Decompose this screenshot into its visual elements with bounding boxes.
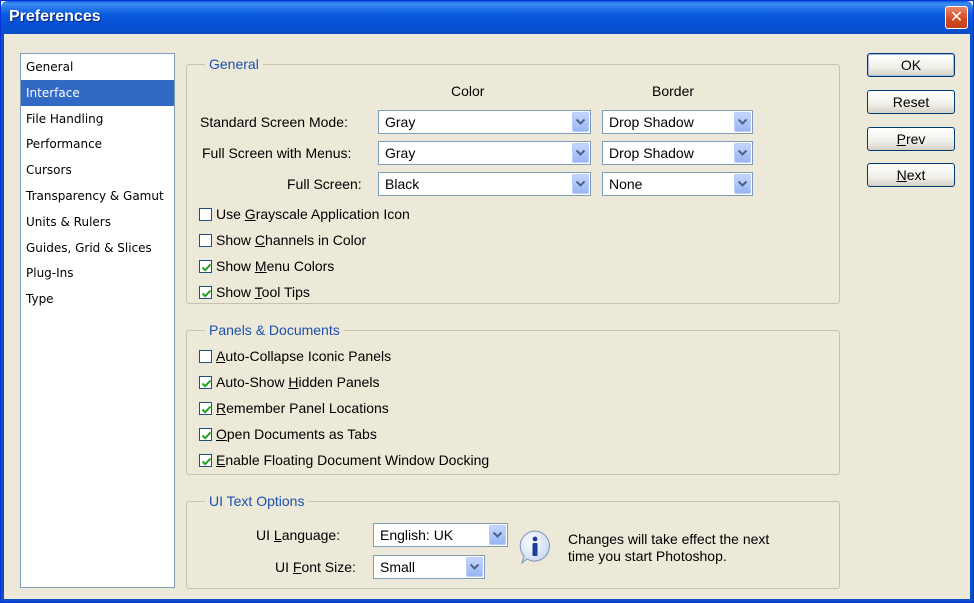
ui-text-options-group-title: UI Text Options [205, 493, 309, 509]
standard-screen-mode-label: Standard Screen Mode: [200, 114, 348, 130]
tool-tips-checkbox[interactable] [199, 285, 212, 299]
checkmark-icon [201, 263, 212, 272]
sidebar-item-general[interactable]: General [21, 54, 174, 80]
standard-screen-color-select[interactable]: Gray [378, 110, 591, 134]
standard-screen-border-select[interactable]: Drop Shadow [602, 110, 753, 134]
tool-tips-checkbox-row[interactable]: Show Tool Tips [199, 282, 310, 302]
color-column-header: Color [451, 83, 485, 99]
menu-colors-checkbox-row[interactable]: Show Menu Colors [199, 256, 334, 276]
panels-documents-group-title: Panels & Documents [205, 322, 344, 338]
checkmark-icon [201, 379, 212, 388]
full-screen-border-select[interactable]: None [602, 172, 753, 196]
ui-language-select[interactable]: English: UK [373, 523, 508, 547]
floating-docking-label: Enable Floating Document Window Docking [216, 452, 490, 468]
auto-show-hidden-checkbox-row[interactable]: Auto-Show Hidden Panels [199, 372, 379, 392]
sidebar-item-performance[interactable]: Performance [21, 131, 174, 157]
close-icon: ✕ [949, 8, 964, 26]
standard-screen-border-value: Drop Shadow [609, 114, 694, 130]
ui-font-size-select[interactable]: Small [373, 555, 485, 579]
remember-locations-label: Remember Panel Locations [216, 400, 389, 416]
floating-docking-checkbox[interactable] [199, 453, 212, 467]
chevron-down-icon[interactable] [734, 174, 751, 194]
frame-left [1, 34, 4, 602]
next-button[interactable]: Next [867, 163, 955, 187]
restart-notice: Changes will take effect the next time y… [568, 531, 828, 565]
checkmark-icon [201, 405, 212, 414]
full-screen-color-select[interactable]: Black [378, 172, 591, 196]
chevron-down-icon[interactable] [466, 557, 483, 577]
prev-button[interactable]: Prev [867, 127, 955, 151]
full-screen-menus-label: Full Screen with Menus: [202, 145, 352, 161]
open-as-tabs-checkbox[interactable] [199, 427, 212, 441]
ui-language-label: UI Language: [256, 527, 341, 543]
reset-button[interactable]: Reset [867, 90, 955, 114]
grayscale-icon-checkbox[interactable] [199, 207, 212, 221]
channels-in-color-label: Show Channels in Color [216, 232, 367, 248]
restart-notice-line-1: Changes will take effect the next [568, 531, 770, 547]
ui-language-value: English: UK [380, 527, 454, 543]
preferences-dialog: Preferences ✕ General Interface File Han… [0, 0, 974, 603]
menu-colors-checkbox[interactable] [199, 259, 212, 273]
sidebar-item-file-handling[interactable]: File Handling [21, 106, 174, 132]
border-column-header: Border [652, 83, 695, 99]
ui-font-size-label: UI Font Size: [275, 559, 356, 575]
full-screen-menus-border-select[interactable]: Drop Shadow [602, 141, 753, 165]
grayscale-icon-checkbox-row[interactable]: Use Grayscale Application Icon [199, 204, 410, 224]
open-as-tabs-label: Open Documents as Tabs [216, 426, 377, 442]
floating-docking-checkbox-row[interactable]: Enable Floating Document Window Docking [199, 450, 489, 470]
info-icon [517, 529, 553, 565]
full-screen-menus-color-value: Gray [385, 145, 416, 161]
remember-locations-checkbox-row[interactable]: Remember Panel Locations [199, 398, 389, 418]
remember-locations-checkbox[interactable] [199, 401, 212, 415]
window-title: Preferences [9, 8, 101, 25]
standard-screen-color-value: Gray [385, 114, 416, 130]
ok-button[interactable]: OK [867, 53, 955, 77]
chevron-down-icon[interactable] [572, 112, 589, 132]
restart-notice-line-2: time you start Photoshop. [568, 548, 727, 564]
full-screen-menus-border-value: Drop Shadow [609, 145, 694, 161]
full-screen-color-value: Black [385, 176, 420, 192]
checkmark-icon [201, 457, 212, 466]
full-screen-menus-color-select[interactable]: Gray [378, 141, 591, 165]
general-group-title: General [205, 56, 263, 72]
sidebar-item-cursors[interactable]: Cursors [21, 157, 174, 183]
title-bar[interactable]: Preferences ✕ [1, 1, 973, 34]
sidebar-item-plug-ins[interactable]: Plug-Ins [21, 260, 174, 286]
sidebar-item-transparency-gamut[interactable]: Transparency & Gamut [21, 183, 174, 209]
auto-show-hidden-label: Auto-Show Hidden Panels [216, 374, 380, 390]
checkmark-icon [201, 431, 212, 440]
auto-show-hidden-checkbox[interactable] [199, 375, 212, 389]
menu-colors-label: Show Menu Colors [216, 258, 335, 274]
chevron-down-icon[interactable] [489, 525, 506, 545]
tool-tips-label: Show Tool Tips [216, 284, 310, 300]
auto-collapse-label: Auto-Collapse Iconic Panels [216, 348, 392, 364]
sidebar-item-units-rulers[interactable]: Units & Rulers [21, 209, 174, 235]
auto-collapse-checkbox[interactable] [199, 349, 212, 363]
close-button[interactable]: ✕ [945, 6, 968, 29]
auto-collapse-checkbox-row[interactable]: Auto-Collapse Iconic Panels [199, 346, 391, 366]
full-screen-label: Full Screen: [287, 176, 362, 192]
chevron-down-icon[interactable] [572, 174, 589, 194]
chevron-down-icon[interactable] [572, 143, 589, 163]
frame-right [970, 34, 973, 602]
sidebar-item-interface[interactable]: Interface [21, 79, 174, 106]
open-as-tabs-checkbox-row[interactable]: Open Documents as Tabs [199, 424, 377, 444]
full-screen-border-value: None [609, 176, 643, 192]
sidebar-item-type[interactable]: Type [21, 286, 174, 312]
channels-in-color-checkbox[interactable] [199, 233, 212, 247]
chevron-down-icon[interactable] [734, 143, 751, 163]
grayscale-icon-label: Use Grayscale Application Icon [216, 206, 410, 222]
category-list[interactable]: General Interface File Handling Performa… [20, 53, 175, 588]
ui-font-size-value: Small [380, 559, 416, 575]
checkmark-icon [201, 289, 212, 298]
frame-bottom [1, 599, 973, 602]
sidebar-item-guides-grid-slices[interactable]: Guides, Grid & Slices [21, 235, 174, 261]
channels-in-color-checkbox-row[interactable]: Show Channels in Color [199, 230, 366, 250]
chevron-down-icon[interactable] [734, 112, 751, 132]
